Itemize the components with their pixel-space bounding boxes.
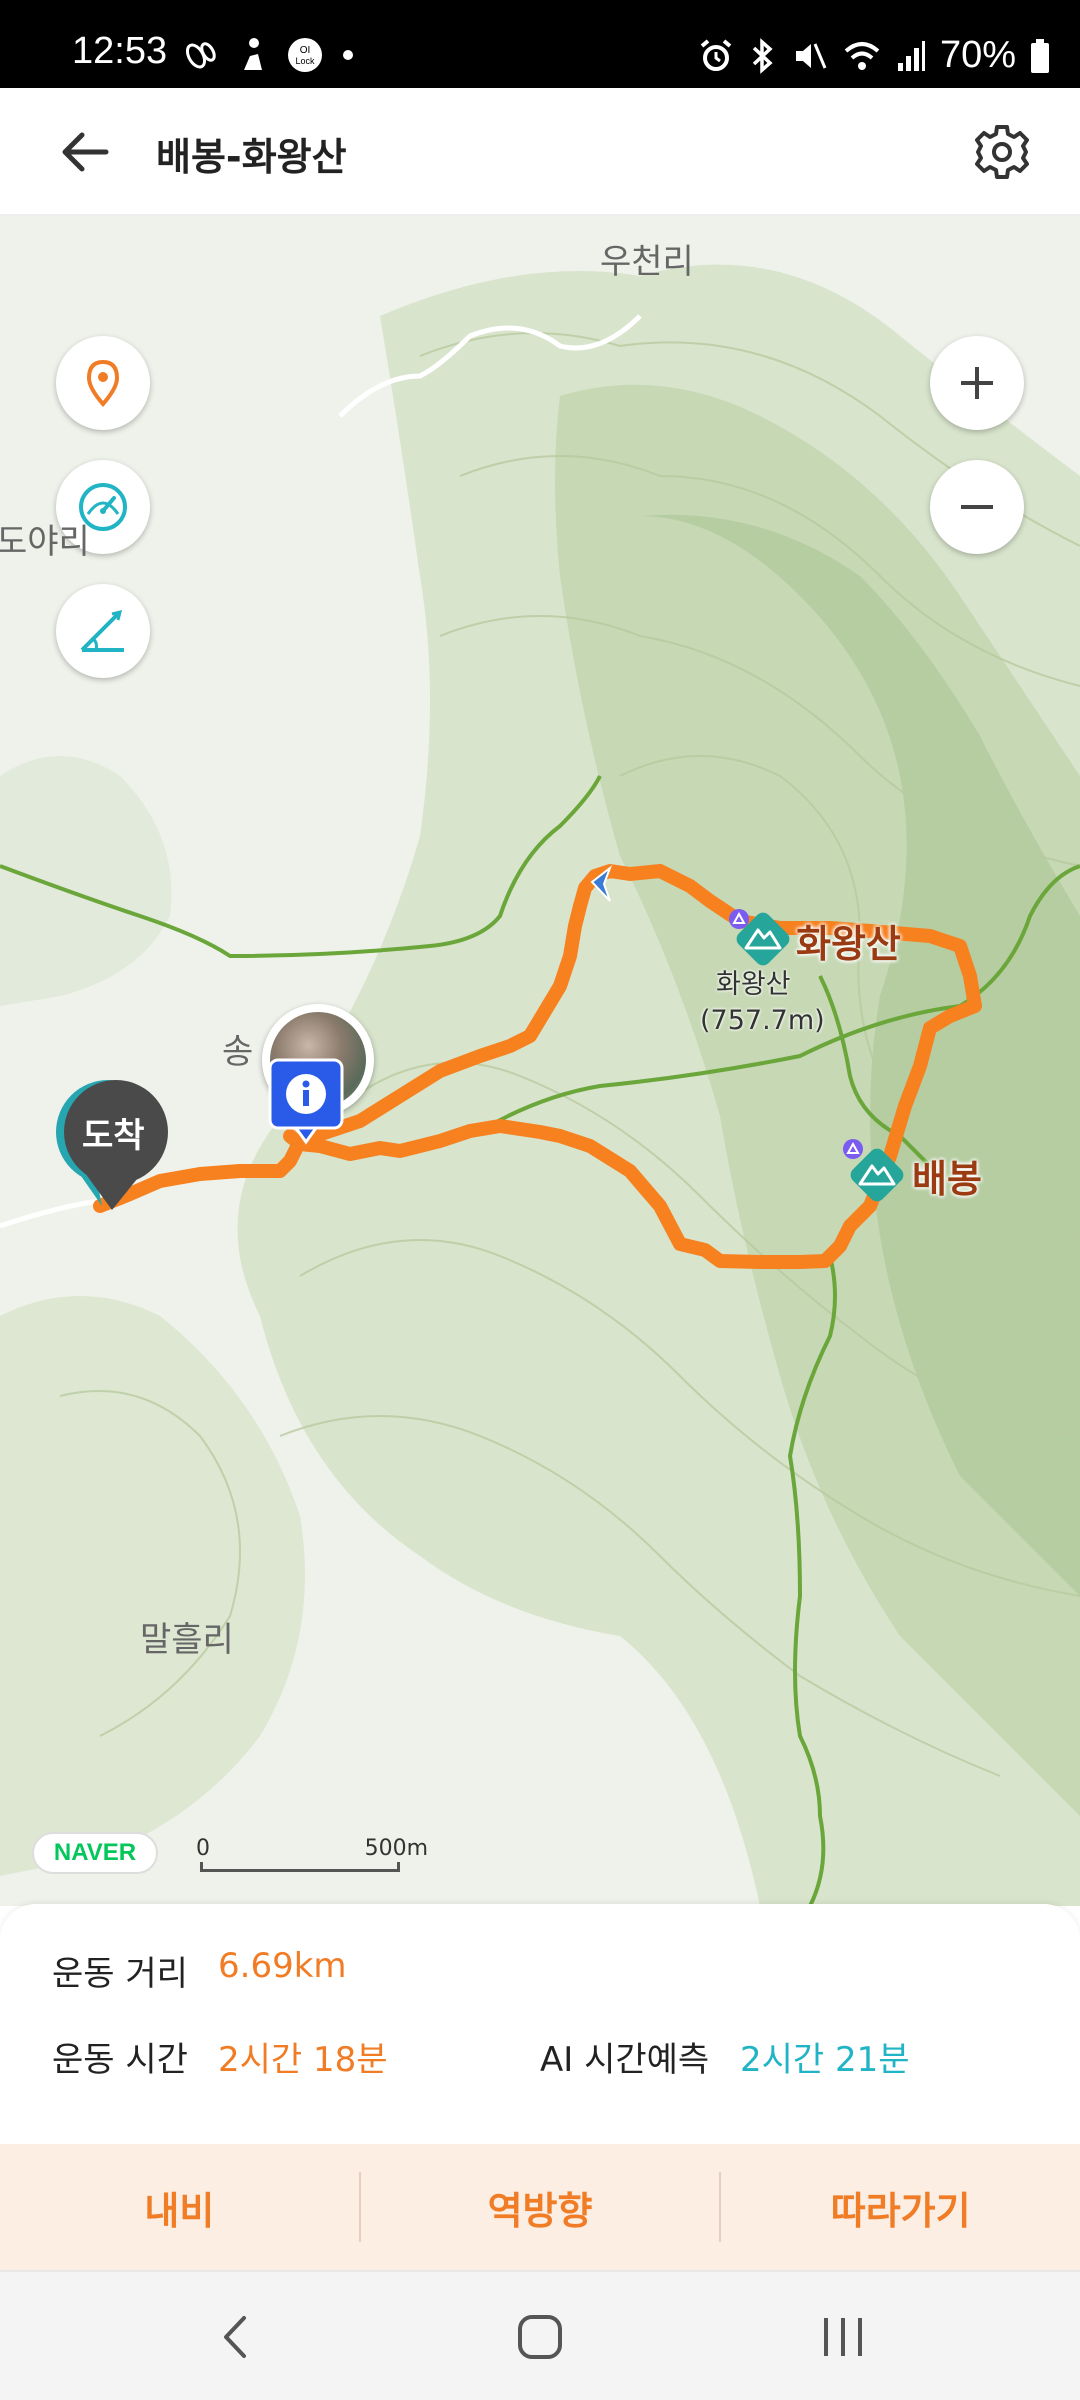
scale-zero-label: 0 bbox=[196, 1836, 210, 1861]
scale-bar: 0 500m bbox=[196, 1836, 428, 1876]
peak-label-hwawangsan: 화왕산 bbox=[796, 922, 901, 966]
summit-badge-icon bbox=[843, 1139, 863, 1159]
nav-back-icon[interactable] bbox=[216, 2312, 256, 2362]
dot-icon bbox=[343, 50, 353, 60]
battery-percent: 70% bbox=[939, 34, 1016, 76]
status-time: 12:53 bbox=[72, 30, 168, 72]
status-bar: 12:53 OI Lock 70% bbox=[0, 0, 1080, 88]
app-bar: 배봉-화왕산 bbox=[0, 88, 1080, 216]
place-label-song: 송 bbox=[222, 1032, 254, 1072]
gear-icon bbox=[975, 125, 1029, 179]
location-pin-icon bbox=[86, 359, 120, 408]
distance-value: 6.69km bbox=[218, 1946, 347, 1986]
battery-icon bbox=[1031, 38, 1049, 73]
follow-button[interactable]: 따라가기 bbox=[721, 2144, 1080, 2270]
route-info-panel: 운동 거리 6.69km 운동 시간 2시간 18분 AI 시간예측 2시간 2… bbox=[0, 1904, 1080, 2146]
ai-estimate-label: AI 시간예측 bbox=[540, 2040, 710, 2080]
back-button[interactable] bbox=[56, 124, 116, 180]
peak-label-baebong: 배봉 bbox=[912, 1157, 982, 1201]
plus-icon bbox=[961, 367, 993, 399]
place-label-uncheon: 우천리 bbox=[600, 242, 694, 282]
nav-home-icon[interactable] bbox=[515, 2312, 565, 2362]
system-nav-bar bbox=[0, 2270, 1080, 2400]
summit-badge-icon bbox=[729, 909, 749, 929]
status-icons-left: OI Lock bbox=[182, 36, 356, 74]
nav-recents-icon[interactable] bbox=[818, 2312, 868, 2362]
wifi-icon bbox=[844, 41, 880, 70]
status-icons-right: 70% bbox=[698, 34, 1050, 77]
naver-logo: NAVER bbox=[32, 1832, 158, 1874]
info-marker-icon[interactable] bbox=[266, 1056, 346, 1146]
page-title: 배봉-화왕산 bbox=[156, 135, 347, 179]
time-label: 운동 시간 bbox=[52, 2040, 188, 2080]
svg-text:Lock: Lock bbox=[295, 56, 315, 66]
bluetooth-icon bbox=[752, 37, 773, 74]
ai-estimate-value: 2시간 21분 bbox=[740, 2040, 910, 2080]
peak-name-hwawangsan-sub: 화왕산 bbox=[716, 969, 791, 1000]
signal-icon bbox=[897, 40, 925, 71]
place-label-malheulri: 말흘리 bbox=[140, 1620, 234, 1660]
alarm-icon bbox=[700, 38, 732, 71]
zoom-in-button[interactable] bbox=[930, 336, 1024, 430]
arrow-left-icon bbox=[62, 132, 109, 172]
walker-icon bbox=[244, 38, 262, 70]
reverse-button[interactable]: 역방향 bbox=[361, 2144, 720, 2270]
svg-text:OI: OI bbox=[300, 45, 311, 56]
minus-icon bbox=[961, 505, 993, 509]
scale-line bbox=[200, 1862, 400, 1872]
my-location-button[interactable] bbox=[56, 336, 150, 430]
slope-button[interactable] bbox=[56, 584, 150, 678]
map-view[interactable]: 우천리 도야리 말흘리 송 화왕산 화왕산 (757.7m) 배봉 도착 NAV… bbox=[0, 216, 1080, 1906]
place-label-doyari: 도야리 bbox=[0, 522, 90, 562]
distance-label: 운동 거리 bbox=[52, 1954, 188, 1994]
shoe-print-icon bbox=[185, 42, 216, 69]
mute-icon bbox=[795, 42, 827, 69]
slope-angle-icon bbox=[80, 609, 124, 652]
navi-button[interactable]: 내비 bbox=[0, 2144, 359, 2270]
arrival-label: 도착 bbox=[82, 1116, 145, 1156]
zoom-out-button[interactable] bbox=[930, 460, 1024, 554]
action-bar: 내비 역방향 따라가기 bbox=[0, 2144, 1080, 2270]
settings-button[interactable] bbox=[972, 122, 1032, 182]
lock-app-icon: OILock bbox=[288, 38, 322, 72]
time-value: 2시간 18분 bbox=[218, 2040, 388, 2080]
peak-elevation-hwawangsan: (757.7m) bbox=[700, 1005, 825, 1036]
scale-max-label: 500m bbox=[364, 1836, 428, 1861]
